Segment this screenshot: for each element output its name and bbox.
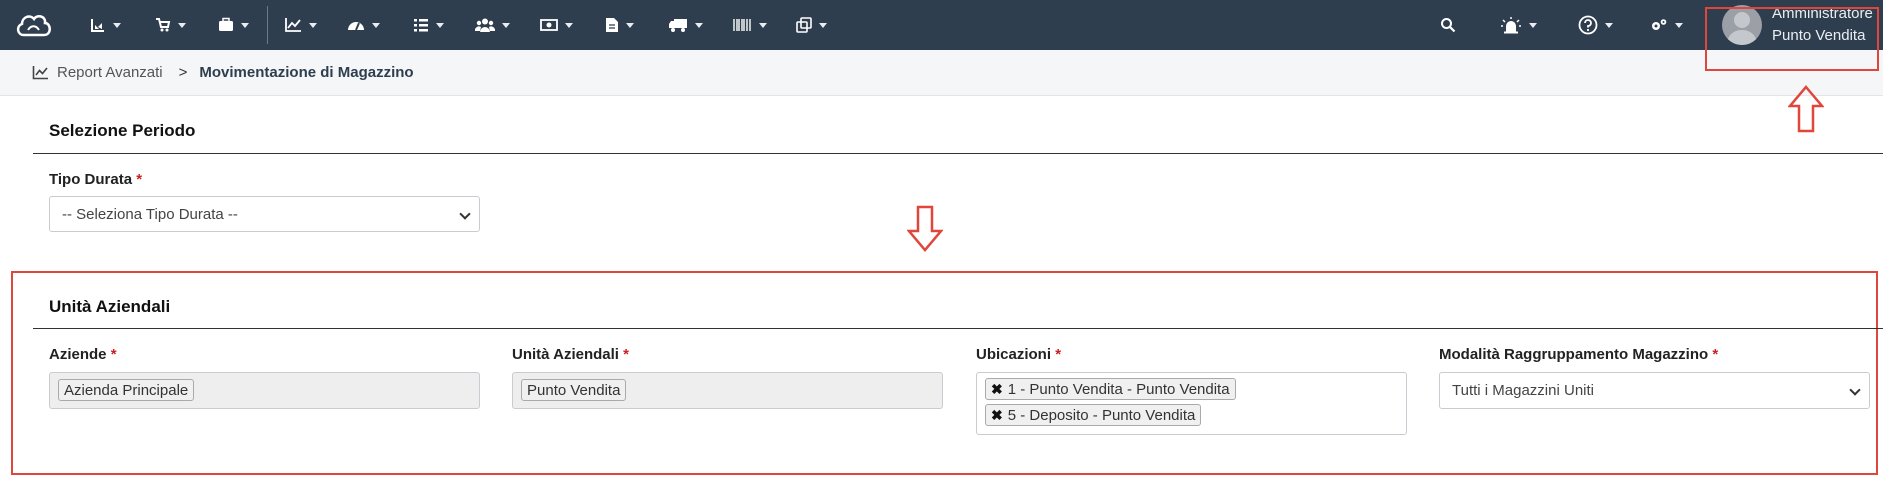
- top-navbar: Amministratore Punto Vendita: [0, 0, 1883, 50]
- company-tag-label: Azienda Principale: [64, 381, 189, 399]
- chevron-down-icon: [565, 22, 573, 28]
- location-tag: ✖ 1 - Punto Vendita - Punto Vendita: [985, 378, 1236, 400]
- chevron-down-icon: [1529, 22, 1537, 28]
- company-tag: Azienda Principale: [58, 379, 195, 401]
- business-units-label-text: Unità Aziendali: [512, 346, 619, 363]
- menu-reports[interactable]: [284, 0, 317, 50]
- breadcrumb-separator: >: [178, 64, 188, 81]
- menu-dashboard[interactable]: [347, 0, 380, 50]
- truck-icon: [669, 19, 687, 32]
- chart-pie-icon: [91, 19, 104, 32]
- required-marker: *: [110, 346, 117, 363]
- chevron-down-icon: [626, 22, 634, 28]
- breadcrumb: Report Avanzati > Movimentazione di Maga…: [0, 50, 1883, 96]
- companies-label-text: Aziende: [49, 346, 107, 363]
- required-marker: *: [1055, 346, 1062, 363]
- required-marker: *: [623, 346, 629, 363]
- units-section-title: Unità Aziendali: [49, 297, 171, 316]
- annotation-highlight-user: [1705, 7, 1879, 71]
- duration-type-label: Tipo Durata *: [49, 171, 142, 188]
- chevron-down-icon: [1849, 384, 1861, 396]
- menu-lists[interactable]: [413, 0, 444, 50]
- annotation-arrow-down-icon: [907, 205, 943, 252]
- duration-type-select[interactable]: -- Seleziona Tipo Durata --: [49, 196, 480, 232]
- chevron-down-icon: [241, 22, 249, 28]
- location-tag-label: 5 - Deposito - Punto Vendita: [1007, 406, 1196, 424]
- duration-type-label-text: Tipo Durata: [49, 171, 133, 188]
- chevron-down-icon: [1675, 22, 1683, 28]
- chevron-down-icon: [309, 22, 317, 28]
- grouping-mode-label-text: Modalità Raggruppamento Magazzino: [1439, 346, 1709, 363]
- menu-barcode[interactable]: [732, 0, 767, 50]
- line-chart-icon: [32, 66, 48, 80]
- menu-users[interactable]: [475, 0, 510, 50]
- breadcrumb-parent-link[interactable]: Report Avanzati: [32, 64, 163, 81]
- companies-multiselect: Azienda Principale: [49, 372, 480, 409]
- location-tag: ✖ 5 - Deposito - Punto Vendita: [985, 404, 1202, 426]
- users-icon: [475, 18, 495, 32]
- chevron-down-icon: [759, 22, 767, 28]
- business-units-multiselect: Punto Vendita: [512, 372, 943, 409]
- document-icon: [606, 18, 618, 32]
- required-marker: *: [1712, 346, 1719, 363]
- home-logo[interactable]: [14, 0, 54, 50]
- cart-icon: [156, 18, 171, 32]
- menu-sales[interactable]: [155, 0, 186, 50]
- remove-tag-icon[interactable]: ✖: [991, 381, 1003, 398]
- location-tag-label: 1 - Punto Vendita - Punto Vendita: [1007, 380, 1230, 398]
- chevron-down-icon: [459, 208, 471, 220]
- breadcrumb-current: Movimentazione di Magazzino: [199, 64, 414, 81]
- chevron-down-icon: [819, 22, 827, 28]
- duration-type-value: -- Seleziona Tipo Durata --: [62, 205, 238, 223]
- chevron-down-icon: [372, 22, 380, 28]
- companies-label: Aziende *: [49, 346, 117, 363]
- annotation-arrow-up-icon: [1788, 85, 1824, 133]
- menu-cash[interactable]: [540, 0, 573, 50]
- settings-menu[interactable]: [1650, 0, 1683, 50]
- locations-label: Ubicazioni *: [976, 346, 1061, 363]
- required-marker: *: [136, 171, 143, 188]
- dashboard-icon: [348, 22, 364, 31]
- line-chart-icon: [285, 18, 301, 32]
- chevron-down-icon: [436, 22, 444, 28]
- menu-stats[interactable]: [90, 0, 121, 50]
- help-menu[interactable]: [1578, 0, 1613, 50]
- clone-icon: [796, 17, 812, 33]
- chevron-down-icon: [113, 22, 121, 28]
- help-icon: [1578, 15, 1598, 35]
- grouping-mode-select[interactable]: Tutti i Magazzini Uniti: [1439, 372, 1870, 409]
- menu-business[interactable]: [218, 0, 249, 50]
- navbar-divider: [267, 6, 268, 44]
- grouping-mode-value: Tutti i Magazzini Uniti: [1452, 382, 1594, 399]
- alarm-icon: [1501, 17, 1521, 34]
- cloud-logo-icon: [16, 14, 51, 37]
- barcode-icon: [733, 19, 751, 31]
- briefcase-icon: [219, 17, 233, 31]
- chevron-down-icon: [695, 22, 703, 28]
- alerts-menu[interactable]: [1500, 0, 1537, 50]
- chevron-down-icon: [178, 22, 186, 28]
- period-section-title: Selezione Periodo: [49, 121, 196, 140]
- search-button[interactable]: [1440, 0, 1456, 50]
- locations-multiselect[interactable]: ✖ 1 - Punto Vendita - Punto Vendita ✖ 5 - …: [976, 372, 1407, 435]
- menu-copy[interactable]: [796, 0, 827, 50]
- search-icon: [1441, 18, 1456, 33]
- business-units-label: Unità Aziendali *: [512, 346, 629, 363]
- business-unit-tag-label: Punto Vendita: [527, 381, 621, 399]
- remove-tag-icon[interactable]: ✖: [991, 407, 1003, 424]
- menu-documents[interactable]: [605, 0, 634, 50]
- locations-label-text: Ubicazioni: [976, 346, 1052, 363]
- chevron-down-icon: [1605, 22, 1613, 28]
- breadcrumb-parent-label: Report Avanzati: [57, 64, 163, 81]
- menu-shipping[interactable]: [668, 0, 703, 50]
- gears-icon: [1652, 19, 1667, 30]
- money-icon: [540, 19, 558, 31]
- business-unit-tag: Punto Vendita: [521, 379, 627, 401]
- chevron-down-icon: [502, 22, 510, 28]
- units-section-divider: [33, 328, 1883, 329]
- list-icon: [414, 19, 428, 32]
- period-section-divider: [33, 153, 1883, 154]
- grouping-mode-label: Modalità Raggruppamento Magazzino *: [1439, 346, 1718, 363]
